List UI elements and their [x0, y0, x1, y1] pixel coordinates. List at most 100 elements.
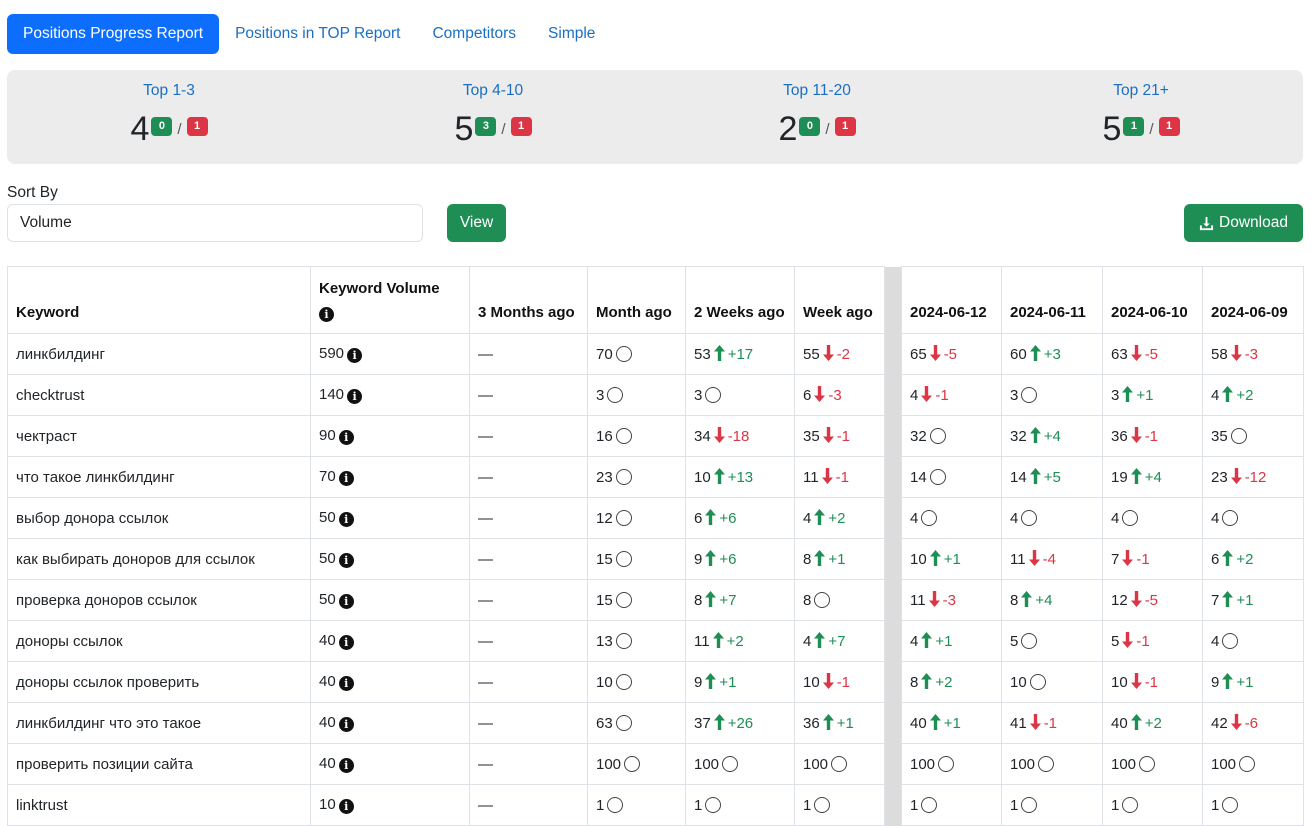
keyword-cell: чектраст: [7, 415, 311, 457]
position-value: 100: [1211, 755, 1237, 773]
position-value: 100: [694, 755, 720, 773]
volume-cell: 40 i: [310, 661, 470, 703]
column-separator: [884, 743, 902, 785]
arrow-down-icon: [821, 468, 833, 484]
header-date-4[interactable]: 2024-06-09: [1202, 266, 1304, 334]
circle-outline-icon: [1029, 673, 1046, 690]
position-cell: 11 -1: [794, 456, 885, 498]
position-value: 70: [596, 345, 613, 363]
position-cell: 32 +4: [1001, 415, 1103, 457]
summary-values: 2 0 / 1: [655, 110, 979, 146]
info-circle-icon[interactable]: i: [338, 717, 354, 732]
header-date-3[interactable]: 2024-06-10: [1102, 266, 1203, 334]
view-button[interactable]: View: [447, 204, 506, 242]
summary-slash: /: [1149, 121, 1154, 138]
position-value: 16: [596, 427, 613, 445]
position-cell: 100: [1102, 743, 1203, 785]
info-circle-icon[interactable]: i: [319, 307, 334, 322]
info-circle-icon[interactable]: i: [347, 348, 363, 363]
position-change: +1: [1236, 674, 1254, 691]
info-circle-icon[interactable]: i: [338, 635, 354, 650]
position-value: 10: [803, 674, 820, 691]
info-circle-icon[interactable]: i: [338, 512, 354, 527]
arrow-up-icon: [705, 673, 717, 689]
position-value: 1: [694, 796, 703, 814]
tab-competitors[interactable]: Competitors: [416, 14, 532, 54]
position-value: 3: [596, 386, 605, 404]
info-circle-icon[interactable]: i: [338, 799, 354, 814]
position-change: -6: [1244, 715, 1259, 732]
info-circle-icon[interactable]: i: [347, 389, 363, 404]
table-row: доноры ссылок 40 i —13 11 +2 4 +7 4 +1 5 5 -1 4: [7, 620, 1304, 662]
summary-title[interactable]: Top 11-20: [655, 82, 979, 100]
position-value: 3: [694, 386, 703, 404]
summary-title[interactable]: Top 4-10: [331, 82, 655, 100]
position-cell: 3: [685, 374, 795, 416]
position-value: 6: [694, 510, 703, 527]
position-value: 10: [910, 551, 927, 568]
header-keyword-volume[interactable]: Keyword Volume i: [310, 266, 470, 334]
column-separator: [884, 579, 902, 621]
info-circle-icon[interactable]: i: [338, 676, 354, 691]
position-value: 13: [596, 632, 613, 650]
position-cell: 6 +2: [1202, 538, 1304, 580]
info-circle-icon[interactable]: i: [338, 430, 354, 445]
three-months-cell: —: [469, 579, 588, 621]
header-2-weeks-ago[interactable]: 2 Weeks ago: [685, 266, 795, 334]
position-value: 65: [910, 346, 927, 363]
header-3-months-ago[interactable]: 3 Months ago: [469, 266, 588, 334]
keyword-cell: доноры ссылок: [7, 620, 311, 662]
circle-outline-icon: [921, 509, 938, 526]
arrow-up-icon: [1122, 386, 1134, 402]
position-value: 63: [1111, 346, 1128, 363]
position-change: +4: [1144, 469, 1162, 486]
position-cell: 7 -1: [1102, 538, 1203, 580]
download-label: Download: [1219, 214, 1288, 231]
position-value: 8: [803, 551, 812, 568]
header-week-ago[interactable]: Week ago: [794, 266, 885, 334]
circle-outline-icon: [615, 591, 632, 608]
position-change: -4: [1042, 551, 1056, 568]
header-date-1[interactable]: 2024-06-12: [901, 266, 1002, 334]
position-change: -5: [1144, 592, 1159, 609]
circle-outline-icon: [831, 755, 848, 772]
position-cell: 4 +7: [794, 620, 885, 662]
position-cell: 1: [587, 784, 686, 826]
sort-by-select[interactable]: Volume: [7, 204, 423, 242]
position-cell: 36 +1: [794, 702, 885, 744]
position-change: -1: [836, 428, 851, 445]
info-circle-icon[interactable]: i: [338, 553, 354, 568]
position-value: 32: [910, 427, 927, 445]
header-date-2[interactable]: 2024-06-11: [1001, 266, 1103, 334]
position-cell: 10 -1: [794, 661, 885, 703]
position-value: 4: [910, 387, 919, 404]
table-row: linktrust 10 i —1 1 1 1 1 1 1: [7, 784, 1304, 826]
position-value: 1: [910, 796, 919, 814]
position-value: 35: [803, 428, 820, 445]
position-value: 9: [694, 551, 703, 568]
info-circle-icon[interactable]: i: [338, 471, 354, 486]
download-button[interactable]: Download: [1184, 204, 1303, 242]
summary-down-badge: 1: [834, 117, 856, 136]
circle-outline-icon: [929, 468, 946, 485]
position-cell: 4 +2: [1202, 374, 1304, 416]
summary-title[interactable]: Top 1-3: [7, 82, 331, 100]
arrow-down-icon: [1028, 550, 1040, 566]
info-circle-icon[interactable]: i: [338, 758, 354, 773]
position-change: +2: [1236, 551, 1254, 568]
header-keyword[interactable]: Keyword: [7, 266, 311, 334]
circle-outline-icon: [607, 796, 624, 813]
summary-title[interactable]: Top 21+: [979, 82, 1303, 100]
volume-value: 70: [319, 468, 336, 485]
tab-simple[interactable]: Simple: [532, 14, 611, 54]
position-change: +1: [719, 674, 737, 691]
tab-positions-in-top-report[interactable]: Positions in TOP Report: [219, 14, 416, 54]
tab-positions-progress-report[interactable]: Positions Progress Report: [7, 14, 220, 54]
circle-outline-icon: [1222, 796, 1239, 813]
arrow-down-icon: [1029, 714, 1041, 730]
header-month-ago[interactable]: Month ago: [587, 266, 686, 334]
arrow-up-icon: [822, 714, 834, 730]
circle-outline-icon: [1038, 755, 1055, 772]
info-circle-icon[interactable]: i: [338, 594, 354, 609]
position-change: -3: [1244, 346, 1259, 363]
